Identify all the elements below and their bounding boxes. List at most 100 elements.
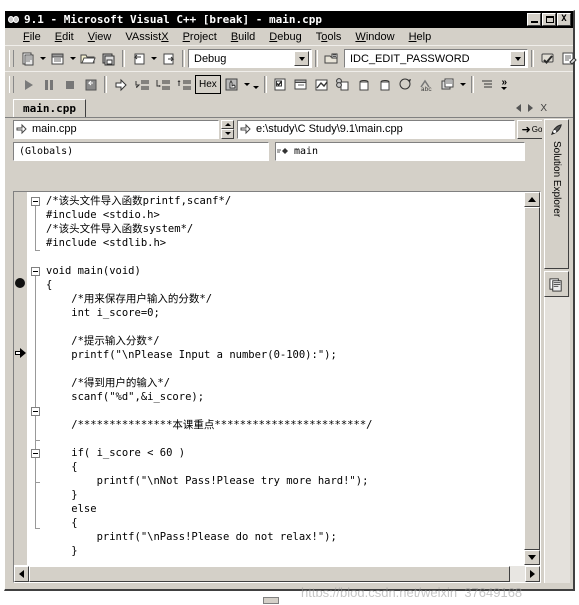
- break-all-icon[interactable]: [38, 74, 59, 95]
- redo-icon[interactable]: [158, 48, 179, 69]
- resource-id-combo[interactable]: IDC_EDIT_PASSWORD: [344, 49, 528, 68]
- code-line: /*得到用户的输入*/: [46, 377, 171, 389]
- toolbar-separator: [182, 50, 185, 67]
- menu-edit[interactable]: Edit: [48, 30, 81, 44]
- memory-icon[interactable]: [354, 74, 375, 95]
- debug-toolbar-overflow-icon[interactable]: »: [498, 74, 511, 95]
- save-all-icon[interactable]: [98, 48, 119, 69]
- tab-main-cpp[interactable]: main.cpp: [13, 99, 86, 117]
- comment-check-icon[interactable]: [537, 48, 558, 69]
- status-bar-stub: [0, 597, 579, 605]
- tab-next-icon[interactable]: [528, 104, 534, 112]
- editor-indicator-margin[interactable]: [14, 192, 28, 565]
- fold-toggle-icon[interactable]: [31, 197, 40, 206]
- fold-toggle-icon[interactable]: [31, 407, 40, 416]
- checked-window-icon[interactable]: [270, 74, 291, 95]
- tab-prev-icon[interactable]: [516, 104, 522, 112]
- menu-help[interactable]: Help: [402, 30, 439, 44]
- editor-horizontal-scrollbar[interactable]: [14, 565, 540, 582]
- toolbar-grip[interactable]: [9, 50, 14, 67]
- file-arrow-icon: [238, 123, 254, 135]
- scroll-down-button[interactable]: [524, 550, 540, 565]
- menu-build[interactable]: Build: [224, 30, 262, 44]
- menu-view[interactable]: View: [81, 30, 119, 44]
- fold-toggle-icon[interactable]: [31, 267, 40, 276]
- new-project-dropdown-icon[interactable]: [68, 48, 77, 69]
- hex-display-toggle-icon[interactable]: [222, 74, 243, 95]
- modules-dropdown-icon[interactable]: [459, 74, 468, 95]
- continue-run-icon[interactable]: [17, 74, 38, 95]
- step-over-icon[interactable]: [152, 74, 173, 95]
- horizontal-scroll-track[interactable]: [29, 566, 525, 582]
- breakpoint-glyph[interactable]: [15, 278, 25, 288]
- minimize-button[interactable]: [527, 13, 541, 26]
- vertical-scroll-thumb[interactable]: [524, 207, 540, 550]
- spinner-up-icon[interactable]: [221, 119, 234, 129]
- code-line: if( i_score < 60 ): [46, 447, 186, 459]
- editor-vertical-scrollbar[interactable]: [523, 192, 540, 565]
- toolbar-grip[interactable]: [9, 76, 14, 93]
- new-item-dropdown-icon[interactable]: [38, 48, 47, 69]
- menu-file[interactable]: File: [16, 30, 48, 44]
- spinner-down-icon[interactable]: [221, 129, 234, 139]
- registers-icon[interactable]: [333, 74, 354, 95]
- scope-combo[interactable]: (Globals): [13, 142, 269, 161]
- tab-close-icon[interactable]: X: [540, 103, 547, 114]
- scroll-left-button[interactable]: [14, 566, 29, 582]
- close-button[interactable]: X: [557, 13, 571, 26]
- menu-project[interactable]: Project: [176, 30, 224, 44]
- document-tab-strip: main.cpp X: [5, 97, 573, 118]
- tab-navigation: X: [516, 99, 573, 117]
- hex-dropdown-icon[interactable]: [243, 74, 252, 95]
- menu-tools[interactable]: Tools: [309, 30, 349, 44]
- open-file-icon[interactable]: [77, 48, 98, 69]
- vertical-scroll-track[interactable]: [524, 207, 540, 550]
- fold-region-line: [35, 276, 36, 528]
- variables-abc-icon[interactable]: abc: [417, 74, 438, 95]
- maximize-button[interactable]: [542, 13, 556, 26]
- step-out-icon[interactable]: [173, 74, 194, 95]
- horizontal-scroll-thumb[interactable]: [29, 566, 511, 582]
- chevron-down-icon[interactable]: [294, 51, 309, 66]
- modules-icon[interactable]: [438, 74, 459, 95]
- hex-button[interactable]: Hex: [195, 75, 221, 94]
- call-stack-icon[interactable]: [375, 74, 396, 95]
- chevron-down-icon[interactable]: [510, 51, 525, 66]
- show-next-statement-icon[interactable]: [110, 74, 131, 95]
- code-text-area[interactable]: /*该头文件导入函数printf,scanf*/ #include <stdio.…: [44, 192, 523, 565]
- new-project-icon[interactable]: [47, 48, 68, 69]
- undo-icon[interactable]: [128, 48, 149, 69]
- fold-toggle-icon[interactable]: [31, 449, 40, 458]
- scroll-right-button[interactable]: [525, 566, 540, 582]
- debug-toolbar-options-icon[interactable]: [252, 77, 261, 98]
- disassembly-icon[interactable]: [312, 74, 333, 95]
- project-spinner[interactable]: [221, 119, 234, 139]
- member-combo[interactable]: main: [275, 142, 525, 161]
- scroll-up-button[interactable]: [524, 192, 540, 207]
- resource-id-value: IDC_EDIT_PASSWORD: [350, 52, 470, 65]
- menu-vassistx[interactable]: VAssistX: [118, 30, 175, 44]
- fold-region-end: [35, 482, 40, 483]
- step-into-icon[interactable]: [131, 74, 152, 95]
- menu-debug[interactable]: Debug: [262, 30, 308, 44]
- project-file-combo[interactable]: main.cpp: [13, 119, 219, 139]
- solution-configuration-combo[interactable]: Debug: [188, 49, 312, 68]
- restart-icon[interactable]: [80, 74, 101, 95]
- vcpp-icon: [8, 14, 21, 25]
- solution-explorer-tab[interactable]: Solution Explorer: [544, 119, 569, 269]
- menu-window[interactable]: Window: [348, 30, 401, 44]
- indent-list-icon[interactable]: [477, 74, 498, 95]
- undo-dropdown-icon[interactable]: [149, 48, 158, 69]
- new-item-icon[interactable]: [17, 48, 38, 69]
- properties-window-tab[interactable]: [544, 271, 569, 297]
- stop-debugging-icon[interactable]: [59, 74, 80, 95]
- code-line: void main(void): [46, 265, 141, 277]
- watch-window-icon[interactable]: [291, 74, 312, 95]
- find-in-files-icon[interactable]: [321, 48, 342, 69]
- edit-doc-icon[interactable]: [558, 48, 579, 69]
- code-line: }: [46, 489, 78, 501]
- file-path-combo[interactable]: e:\study\C Study\9.1\main.cpp: [237, 119, 515, 139]
- editor-fold-margin[interactable]: [28, 192, 44, 565]
- threads-icon[interactable]: [396, 74, 417, 95]
